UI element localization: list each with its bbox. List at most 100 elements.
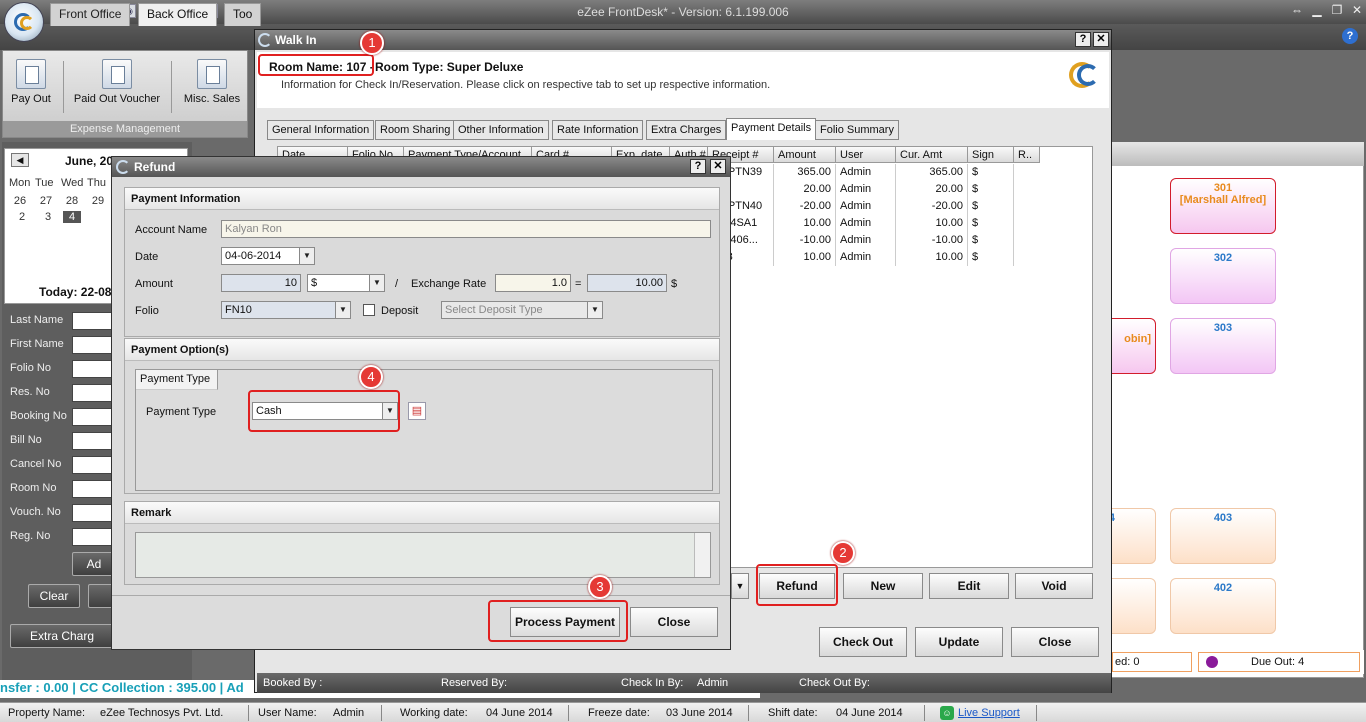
account-name-field[interactable]: Kalyan Ron [221, 220, 711, 238]
misc-sales-label: Misc. Sales [183, 93, 241, 105]
search-field-input[interactable] [72, 312, 112, 330]
minimize-icon[interactable]: ▁ [1308, 3, 1326, 19]
table-cell: Admin [836, 198, 896, 215]
ribbon-divider [171, 61, 172, 113]
paid-out-voucher-button[interactable]: Paid Out Voucher [69, 57, 165, 113]
close-button[interactable]: Close [1011, 627, 1099, 657]
search-field-input[interactable] [72, 432, 112, 450]
tab-rate-information[interactable]: Rate Information [552, 120, 644, 140]
calendar-day[interactable]: 26 [11, 195, 29, 207]
clear-button[interactable]: Clear [28, 584, 80, 608]
room-tile-403[interactable]: 403 [1170, 508, 1276, 564]
table-cell: Admin [836, 181, 896, 198]
extra-charge-button[interactable]: Extra Charg [10, 624, 114, 648]
tab-back-office[interactable]: Back Office [138, 3, 218, 26]
column-header[interactable]: Cur. Amt [896, 147, 968, 163]
card-icon[interactable]: ▤ [408, 402, 426, 420]
column-header[interactable]: Sign [968, 147, 1014, 163]
date-label: Date [135, 251, 159, 263]
room-legend: ed: 0 Due Out: 4 [1110, 650, 1364, 674]
new-button[interactable]: New [843, 573, 923, 599]
table-cell: 365.00 [774, 164, 836, 181]
calendar-day[interactable]: 28 [63, 195, 81, 207]
today-label: Today: 22-08 [39, 285, 112, 299]
close-icon[interactable]: ✕ [1093, 32, 1109, 47]
reserved-by-label: Reserved By: [441, 677, 508, 689]
help-icon[interactable]: ? [1342, 28, 1358, 44]
search-field-input[interactable] [72, 456, 112, 474]
edit-button[interactable]: Edit [929, 573, 1009, 599]
maximize-icon[interactable]: ❐ [1328, 3, 1346, 19]
step-badge-3: 3 [588, 575, 612, 599]
close-icon[interactable]: ✕ [710, 159, 726, 174]
deposit-type-select[interactable]: Select Deposit Type [441, 301, 603, 319]
table-cell: Admin [836, 164, 896, 181]
tab-extra-charges[interactable]: Extra Charges [646, 120, 727, 140]
table-cell: $ [968, 232, 1014, 249]
room-guest-name: [Marshall Alfred] [1179, 194, 1267, 206]
exchange-rate-field[interactable]: 1.0 [495, 274, 571, 292]
tab-room-sharing[interactable]: Room Sharing [375, 120, 456, 140]
dropdown-icon[interactable]: ▼ [731, 573, 749, 599]
live-support-icon[interactable]: ☺ [940, 706, 954, 720]
search-field-input[interactable] [72, 408, 112, 426]
payment-type-label: Payment Type [146, 406, 217, 418]
column-header[interactable]: User [836, 147, 896, 163]
folio-select[interactable]: FN10 [221, 301, 351, 319]
room-tile-402[interactable]: 402 [1170, 578, 1276, 634]
tab-payment-type[interactable]: Payment Type [136, 370, 218, 390]
pay-out-button[interactable]: Pay Out [7, 57, 55, 113]
misc-sales-button[interactable]: Misc. Sales [179, 57, 245, 113]
currency-select[interactable]: $ [307, 274, 385, 292]
update-button[interactable]: Update [915, 627, 1003, 657]
close-app-icon[interactable]: ✕ [1348, 3, 1366, 19]
table-cell: -20.00 [774, 198, 836, 215]
table-cell: -20.00 [896, 198, 968, 215]
tab-front-office[interactable]: Front Office [50, 3, 131, 26]
remark-section: Remark [124, 501, 720, 585]
tab-payment-details[interactable]: Payment Details [726, 118, 817, 140]
help-icon[interactable]: ? [690, 159, 706, 174]
deposit-checkbox[interactable] [363, 304, 375, 316]
working-date-label: Working date: [400, 707, 468, 719]
working-date-value: 04 June 2014 [486, 707, 553, 719]
column-header[interactable]: R.. [1014, 147, 1040, 163]
add-button[interactable]: Ad [72, 552, 116, 576]
live-support-link[interactable]: Live Support [958, 707, 1020, 719]
calendar-day[interactable]: 27 [37, 195, 55, 207]
tab-tools[interactable]: Too [224, 3, 262, 26]
date-picker[interactable]: 04-06-2014 [221, 247, 315, 265]
search-field-input[interactable] [72, 480, 112, 498]
calendar-day[interactable]: 2 [13, 211, 31, 223]
calendar-day[interactable]: 3 [39, 211, 57, 223]
search-field-input[interactable] [72, 336, 112, 354]
search-field-input[interactable] [72, 360, 112, 378]
calendar-day-selected[interactable]: 4 [63, 211, 81, 223]
close-button[interactable]: Close [630, 607, 718, 637]
room-tile-302[interactable]: 302 [1170, 248, 1276, 304]
room-tile-303[interactable]: 303 [1170, 318, 1276, 374]
check-out-button[interactable]: Check Out [819, 627, 907, 657]
void-button[interactable]: Void [1015, 573, 1093, 599]
search-field-input[interactable] [72, 384, 112, 402]
tab-other-information[interactable]: Other Information [453, 120, 549, 140]
help-icon[interactable]: ? [1075, 32, 1091, 47]
calendar-day[interactable]: 29 [89, 195, 107, 207]
remark-scrollbar[interactable] [694, 533, 710, 577]
remark-textarea[interactable] [135, 532, 711, 578]
amount-field[interactable]: 10 [221, 274, 301, 292]
app-logo-icon[interactable] [4, 2, 44, 42]
search-field-input[interactable] [72, 504, 112, 522]
property-value: eZee Technosys Pvt. Ltd. [100, 707, 224, 719]
tab-folio-summary[interactable]: Folio Summary [815, 120, 899, 140]
slash-text: / [395, 278, 399, 290]
tab-general-information[interactable]: General Information [267, 120, 375, 140]
window-logo-icon [116, 160, 130, 174]
search-field-input[interactable] [72, 528, 112, 546]
column-header[interactable]: Amount [774, 147, 836, 163]
table-cell: $ [968, 249, 1014, 266]
room-tile-301[interactable]: 301 [Marshall Alfred] [1170, 178, 1276, 234]
restore-icon[interactable]: ⇔ [1288, 3, 1306, 19]
table-cell: $ [968, 181, 1014, 198]
calendar-prev-icon[interactable]: ◀ [11, 153, 29, 167]
